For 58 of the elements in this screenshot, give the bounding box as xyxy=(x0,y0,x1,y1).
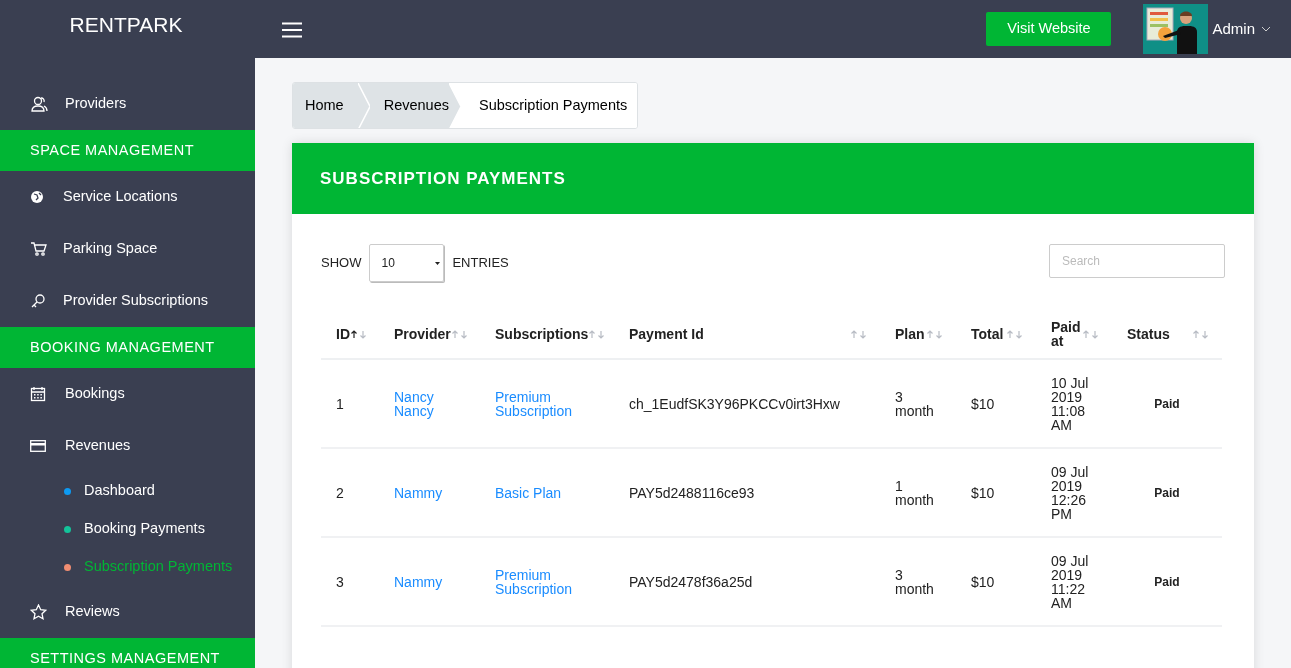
sidebar-item[interactable]: Service Locations xyxy=(0,171,255,223)
table-cell: $10 xyxy=(971,396,995,411)
column-header[interactable]: Plan xyxy=(880,310,956,360)
table-cell: 3 xyxy=(336,574,344,589)
status-label: Paid xyxy=(1154,485,1180,500)
sidebar-subitem[interactable]: Booking Payments xyxy=(0,510,255,548)
column-header[interactable]: Status xyxy=(1112,310,1222,360)
users-icon xyxy=(30,95,48,113)
entries-select[interactable]: 10 xyxy=(369,244,445,282)
sidebar-item[interactable]: Bookings xyxy=(0,368,255,420)
table-cell: $10 xyxy=(971,485,995,500)
cart-icon xyxy=(30,241,47,257)
sidebar-item[interactable]: Reviews xyxy=(0,586,255,638)
sidebar-item[interactable]: Parking Space xyxy=(0,223,255,275)
globe-icon xyxy=(30,190,44,204)
key-icon xyxy=(30,293,46,309)
table-cell-text: 09 Jul 2019 11:22 AM xyxy=(1051,553,1090,610)
menu-button[interactable] xyxy=(282,21,302,38)
credit-card-icon xyxy=(30,440,46,452)
table-cell: ch_1EudfSK3Y96PKCCv0irt3Hxw xyxy=(629,396,840,411)
sidebar-section-header: SETTINGS MANAGEMENT xyxy=(0,638,255,668)
table-cell: PAY5d2478f36a25d xyxy=(629,574,753,589)
column-header[interactable]: ID xyxy=(321,310,379,360)
column-header[interactable]: Paid at xyxy=(1036,310,1112,360)
show-label: SHOW xyxy=(321,254,362,273)
sidebar-subitem[interactable]: Subscription Payments xyxy=(0,548,255,586)
sidebar-section-header: SPACE MANAGEMENT xyxy=(0,130,255,171)
column-header[interactable]: Payment Id xyxy=(614,310,880,360)
table-cell: PAY5d2488116ce93 xyxy=(629,485,755,500)
chevron-down-icon xyxy=(1261,26,1271,32)
sidebar-section-header: BOOKING MANAGEMENT xyxy=(0,327,255,368)
table-cell-text: 1 month xyxy=(895,478,935,507)
sidebar-item[interactable]: Provider Subscriptions xyxy=(0,275,255,327)
table-cell-text: 10 Jul 2019 11:08 AM xyxy=(1051,375,1090,432)
sidebar-item[interactable]: Revenues xyxy=(0,420,255,472)
entries-label: ENTRIES xyxy=(452,254,509,273)
calendar-icon xyxy=(30,386,46,402)
card-title: SUBSCRIPTION PAYMENTS xyxy=(320,167,566,190)
table-cell: 2 xyxy=(336,485,344,500)
table-cell-text: 3 month xyxy=(895,567,935,596)
search-field[interactable]: Search xyxy=(1049,244,1225,278)
user-menu[interactable]: Admin xyxy=(1143,4,1271,54)
caret-icon xyxy=(435,262,441,265)
menu-icon xyxy=(282,21,302,38)
status-label: Paid xyxy=(1154,396,1180,411)
sidebar-subitem[interactable]: Dashboard xyxy=(0,472,255,510)
brand-logo: RENTPARK xyxy=(69,12,183,39)
table-cell-text: 09 Jul 2019 12:26 PM xyxy=(1051,464,1090,521)
column-header[interactable]: Provider xyxy=(379,310,480,360)
table-cell-text: 3 month xyxy=(895,389,935,418)
column-header[interactable]: Total xyxy=(956,310,1036,360)
sidebar-item[interactable]: Providers xyxy=(0,78,255,130)
status-label: Paid xyxy=(1154,574,1180,589)
table-cell: 1 xyxy=(336,396,344,411)
sort-icon[interactable] xyxy=(350,329,368,339)
column-header[interactable]: Subscriptions xyxy=(480,310,614,360)
table-cell: $10 xyxy=(971,574,995,589)
star-icon xyxy=(30,604,47,620)
